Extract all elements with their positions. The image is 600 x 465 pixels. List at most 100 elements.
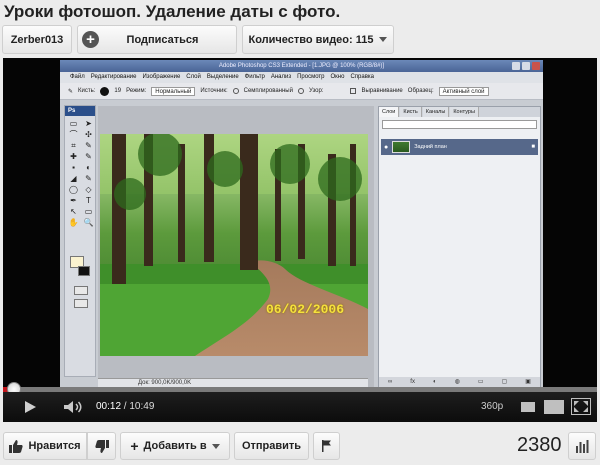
ps-layers-panel: Слои Кисть Каналы Контуры ● Задний план ■ ∞… (378, 106, 541, 387)
lock-icon: ■ (531, 144, 535, 150)
layers-panel-actions: ∞ fx ◐ ◍ ▭ ▢ ▣ (379, 377, 540, 387)
ps-menu-item: Изображение (142, 74, 181, 80)
ps-tool-icon: ➤ (85, 119, 92, 128)
layer-name: Задний план (414, 144, 447, 150)
photoshop-screen: Adobe Photoshop CS3 Extended - [1.JPG @ … (60, 60, 543, 387)
screen-mode-icon (74, 299, 88, 308)
subscribe-button[interactable]: + Подписаться (77, 25, 237, 54)
ps-menu-item: Анализ (270, 74, 292, 80)
add-to-button[interactable]: + Добавить в (120, 432, 230, 460)
source-pattern-radio (297, 88, 304, 94)
source-sampled: Семплированный (243, 88, 293, 94)
ps-tool-icon: ▪ (72, 163, 75, 172)
video-count-dropdown[interactable]: Количество видео: 115 (242, 25, 394, 54)
thumbs-down-icon (94, 439, 109, 453)
ps-menu-item: Просмотр (297, 74, 325, 80)
ps-toolbox: Ps ▭ ➤ ⌒ ✣ ⌗ ✎ ✚ ✎ ▪ ◐ ◢ ✎ ◯ ◇ ✒ T ↖ ▭ ✋ 🔍 (64, 105, 96, 377)
aligned-label: Выравнивание (361, 88, 403, 94)
play-icon[interactable] (25, 401, 36, 413)
share-button[interactable]: Отправить (234, 432, 309, 460)
video-player[interactable]: Adobe Photoshop CS3 Extended - [1.JPG @ … (3, 58, 597, 422)
stats-icon (576, 440, 589, 453)
flag-icon (321, 440, 331, 452)
sample-select: Активный слой (438, 86, 489, 96)
layers-panel-tab: Контуры (450, 107, 479, 117)
ps-menu-item: Редактирование (90, 74, 137, 80)
source-label: Источник: (200, 88, 228, 94)
ps-tool-icon: ⌗ (71, 141, 76, 150)
video-frame[interactable]: Adobe Photoshop CS3 Extended - [1.JPG @ … (3, 58, 597, 387)
ps-logo: Ps (65, 106, 95, 116)
layers-panel-tabs: Слои Кисть Каналы Контуры (379, 107, 540, 117)
volume-icon[interactable] (63, 400, 85, 414)
brush-size: 19 (114, 88, 122, 94)
current-time: 00:12 (96, 401, 122, 412)
source-pattern: Узор: (308, 88, 324, 94)
forest-photo (100, 134, 368, 356)
chevron-down-icon (211, 443, 220, 449)
channel-name-button[interactable]: Zerber013 (2, 25, 72, 54)
quality-button[interactable]: 360p (481, 401, 503, 412)
ps-menu-item: Файл (70, 74, 85, 80)
duration: 10:49 (129, 401, 155, 412)
brush-preview (100, 86, 110, 96)
ps-tool-icon: T (86, 196, 91, 205)
ps-menu-item: Выделение (206, 74, 239, 80)
flag-button[interactable] (313, 432, 340, 460)
ps-tool-icon: ◯ (69, 185, 78, 194)
ps-tool-icon: ✒ (70, 196, 77, 205)
ps-window-title: Adobe Photoshop CS3 Extended - [1.JPG @ … (60, 60, 543, 72)
ps-tool-icon: ✎ (85, 174, 92, 183)
aligned-checkbox (350, 88, 357, 94)
ps-tool-icon: ⌒ (69, 130, 78, 139)
fullscreen-icon[interactable] (571, 398, 591, 415)
ps-tool-icon: ✚ (70, 152, 77, 161)
source-sampled-radio (232, 88, 239, 94)
blend-mode-select (382, 120, 537, 129)
ps-tool-icon: ▭ (84, 207, 93, 216)
ps-tool-icon: ✎ (85, 152, 92, 161)
thumbs-up-icon (9, 439, 24, 453)
like-label: Нравится (28, 440, 81, 452)
ps-window-title-text: Adobe Photoshop CS3 Extended - [1.JPG @ … (218, 63, 385, 69)
mode-select: Нормальный (151, 86, 196, 96)
ps-status-bar: Док: 900,0K/900,0K (98, 378, 368, 387)
ps-color-swatches (70, 256, 92, 278)
ps-tool-icon: ✋ (68, 218, 79, 227)
brush-label: Кисть: (78, 88, 96, 94)
layers-panel-tab: Слои (379, 107, 400, 117)
eye-icon: ● (384, 143, 389, 151)
small-player-icon[interactable] (521, 402, 535, 412)
layer-row: ● Задний план ■ (381, 139, 538, 155)
like-button[interactable]: Нравится (3, 432, 87, 460)
ps-options-bar: ✎ Кисть: 19 Режим: Нормальный Источник: … (60, 83, 543, 100)
ps-tool-icon: 🔍 (83, 218, 94, 227)
chevron-down-icon (379, 37, 388, 42)
mode-label: Режим: (126, 88, 147, 94)
ps-tool-icon: ↖ (70, 207, 77, 216)
layers-panel-tab: Кисть (400, 107, 422, 117)
ps-tool-icon: ◢ (70, 174, 77, 183)
ps-menu-item: Слой (186, 74, 201, 80)
ps-tool-grid: ▭ ➤ ⌒ ✣ ⌗ ✎ ✚ ✎ ▪ ◐ ◢ ✎ ◯ ◇ ✒ T ↖ ▭ ✋ 🔍 (65, 116, 95, 230)
channel-row: Zerber013 + Подписаться Количество видео… (2, 25, 394, 54)
ps-canvas-area: 06/02/2006 (98, 106, 374, 387)
video-title: Уроки фотошоп. Удаление даты с фото. (4, 2, 341, 21)
ps-window-buttons (512, 62, 540, 70)
ps-menu-bar: Файл Редактирование Изображение Слой Выделен… (60, 72, 543, 83)
plus-icon: + (130, 438, 139, 454)
view-count: 2380 (517, 434, 562, 456)
quick-mask-icon (74, 286, 88, 295)
stats-button[interactable] (568, 432, 596, 460)
ps-tool-icon: ◇ (85, 185, 92, 194)
dislike-button[interactable] (87, 432, 116, 460)
layer-thumbnail (392, 141, 411, 153)
ps-tool-icon: ✣ (85, 130, 92, 139)
sample-label: Образец: (407, 88, 434, 94)
add-to-label: Добавить в (143, 440, 207, 452)
ps-menu-item: Справка (350, 74, 374, 80)
time-display: 00:12 / 10:49 (96, 401, 154, 412)
ps-menu-item: Фильтр (244, 74, 265, 80)
player-controls: 00:12 / 10:49 360p (3, 392, 597, 422)
large-player-icon[interactable] (544, 400, 564, 414)
